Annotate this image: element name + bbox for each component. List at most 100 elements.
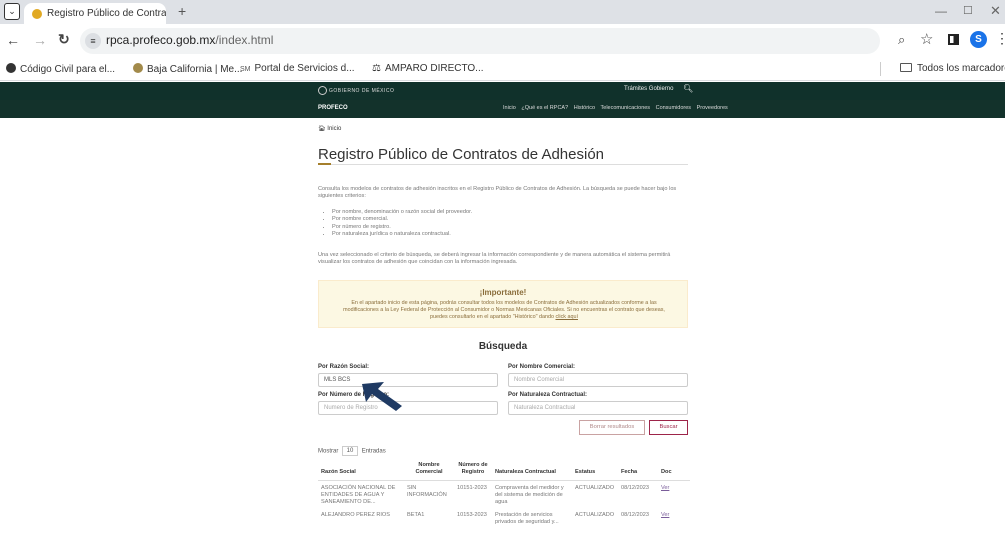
nav-inicio[interactable]: Inicio [503, 105, 516, 111]
all-bookmarks-folder[interactable]: Todos los marcadores [900, 63, 1005, 74]
browser-tab[interactable]: Registro Público de Contratos d ✕ [24, 3, 166, 24]
gov-seal-icon [318, 86, 327, 95]
bookmark-label: Código Civil para el... [20, 64, 116, 75]
side-panel-icon[interactable] [948, 34, 959, 45]
profeco-logo[interactable]: PROFECO [318, 105, 348, 111]
show-prefix: Mostrar [318, 448, 339, 455]
page-title: Registro Público de Contratos de Adhesió… [318, 146, 605, 163]
cell-registro: 10151-2023 [457, 485, 487, 491]
forward-arrow-icon[interactable]: → [33, 32, 47, 48]
cell-fecha: 08/12/2023 [621, 485, 649, 491]
th-fecha[interactable]: Fecha [618, 460, 658, 481]
criteria-item: Por naturaleza jurídica o naturaleza con… [332, 231, 472, 238]
bookmark-star-icon[interactable]: ☆ [920, 30, 933, 48]
nombre-comercial-label: Por Nombre Comercial: [508, 364, 576, 370]
razon-social-input[interactable]: MLS BCS [318, 373, 498, 387]
cell-estatus: ACTUALIZADO [575, 485, 615, 491]
th-naturaleza[interactable]: Naturaleza Contractual [492, 460, 572, 481]
address-bar[interactable]: ≡ rpca.profeco.gob.mx/index.html [80, 28, 880, 54]
nav-historico[interactable]: Histórico [574, 105, 595, 111]
view-doc-link[interactable]: Ver [661, 512, 669, 518]
criteria-item: Por número de registro. [332, 224, 472, 231]
maximize-icon[interactable]: ☐ [963, 4, 973, 17]
naturaleza-input[interactable]: Naturaleza Contractual [508, 401, 688, 415]
site-info-icon[interactable]: ≡ [85, 33, 101, 49]
th-razon[interactable]: Razón Social [318, 460, 404, 481]
nav-consumidores[interactable]: Consumidores [656, 105, 691, 111]
cell-comercial: SIN INFORMACIÓN [407, 485, 447, 498]
tab-title: Registro Público de Contratos d [47, 8, 166, 19]
notice-body-text: En el apartado inicio de esta página, po… [343, 300, 665, 321]
criteria-item: Por nombre comercial. [332, 216, 472, 223]
scales-icon: ⚖ [372, 63, 381, 74]
razon-social-label: Por Razón Social: [318, 364, 370, 370]
home-icon: 🏠︎ [318, 126, 326, 132]
url-path: /index.html [215, 33, 274, 47]
cell-naturaleza: Compraventa del medidor y del sistema de… [495, 485, 564, 505]
breadcrumb[interactable]: 🏠︎ Inicio [318, 125, 341, 132]
table-row: ALEJANDRO PEREZ RIOS BETA1 10153-2023 Pr… [318, 508, 690, 528]
bookmark-item[interactable]: SM Portal de Servicios d... [240, 63, 355, 74]
intro-text: Consulta los modelos de contratos de adh… [318, 186, 677, 199]
cell-fecha: 08/12/2023 [621, 512, 649, 518]
nombre-comercial-input[interactable]: Nombre Comercial [508, 373, 688, 387]
cell-comercial: BETA1 [407, 512, 425, 518]
instructions-text: Una vez seleccionado el criterio de búsq… [318, 252, 671, 265]
search-heading: Búsqueda [478, 341, 528, 352]
gov-search-icon[interactable]: 🔍︎ [683, 84, 693, 93]
th-estatus[interactable]: Estatus [572, 460, 618, 481]
entries-select[interactable]: 10 [342, 446, 359, 456]
sm-icon: SM [240, 66, 251, 73]
notice-title: ¡Importante! [479, 288, 527, 297]
profile-avatar[interactable]: S [970, 31, 987, 48]
click-here-link[interactable]: click aquí [556, 314, 578, 320]
table-header-row: Razón Social Nombre Comercial Número de … [318, 460, 690, 481]
gov-logo-text: GOBIERNO DE MÉXICO [329, 87, 395, 94]
zoom-icon[interactable]: ⌕ [898, 32, 905, 48]
browser-menu-icon[interactable]: ⋮ [995, 30, 1005, 47]
gov-logo[interactable]: GOBIERNO DE MÉXICO [318, 86, 394, 95]
gov-header: GOBIERNO DE MÉXICO Trámites Gobierno 🔍︎ [0, 82, 1005, 100]
breadcrumb-label: Inicio [327, 126, 342, 132]
nav-que-es[interactable]: ¿Qué es el RPCA? [521, 105, 568, 111]
table-row: ASOCIACIÓN NACIONAL DE ENTIDADES DE AGUA… [318, 481, 690, 509]
entries-selector: Mostrar 10 Entradas [318, 446, 386, 456]
gov-links[interactable]: Trámites Gobierno [624, 86, 673, 92]
bookmark-item[interactable]: Baja California | Me... [133, 63, 242, 75]
cell-naturaleza: Prestación de servicios privados de segu… [495, 512, 559, 525]
folder-icon [900, 63, 912, 72]
search-button[interactable]: Buscar [649, 420, 688, 435]
bookmark-item[interactable]: Código Civil para el... [6, 63, 115, 75]
tab-search-button[interactable]: ⌄ [4, 3, 20, 20]
minimize-icon[interactable]: — [935, 4, 947, 18]
back-arrow-icon[interactable]: ← [6, 32, 20, 48]
window-close-icon[interactable]: ✕ [990, 3, 1001, 19]
bookmarks-bar: Código Civil para el... Baja California … [0, 58, 1005, 81]
important-notice: ¡Importante! En el apartado inicio de es… [318, 280, 688, 328]
url-domain: rpca.profeco.gob.mx [106, 33, 216, 47]
browser-toolbar: ← → ↻ ≡ rpca.profeco.gob.mx/index.html ⌕… [0, 24, 1005, 58]
bookmark-label: Portal de Servicios d... [254, 63, 355, 74]
folder-label: Todos los marcadores [917, 63, 1005, 74]
url-text[interactable]: rpca.profeco.gob.mx/index.html [106, 33, 273, 47]
nav-proveedores[interactable]: Proveedores [697, 105, 728, 111]
bookmarks-divider [880, 62, 881, 76]
clear-results-button[interactable]: Borrar resultados [579, 420, 645, 435]
naturaleza-label: Por Naturaleza Contractual: [508, 392, 588, 398]
th-registro[interactable]: Número de Registro [454, 460, 492, 481]
tab-strip: ⌄ Registro Público de Contratos d ✕ + — … [0, 0, 1005, 24]
notice-body: En el apartado inicio de esta página, po… [337, 300, 671, 322]
numero-registro-input[interactable]: Numero de Registro [318, 401, 498, 415]
th-comercial[interactable]: Nombre Comercial [404, 460, 454, 481]
reload-icon[interactable]: ↻ [58, 31, 70, 48]
results-table: Razón Social Nombre Comercial Número de … [318, 460, 690, 528]
nav-telecom[interactable]: Telecomunicaciones [601, 105, 651, 111]
bookmark-item[interactable]: ⚖ AMPARO DIRECTO... [372, 63, 484, 74]
view-doc-link[interactable]: Ver [661, 485, 669, 491]
criteria-item: Por nombre, denominación o razón social … [332, 209, 472, 216]
tab-favicon-icon [32, 9, 42, 19]
th-doc[interactable]: Doc [658, 460, 690, 481]
show-suffix: Entradas [361, 448, 386, 455]
new-tab-button[interactable]: + [178, 3, 186, 19]
profeco-navbar: PROFECO Inicio ¿Qué es el RPCA? Históric… [0, 100, 1005, 118]
